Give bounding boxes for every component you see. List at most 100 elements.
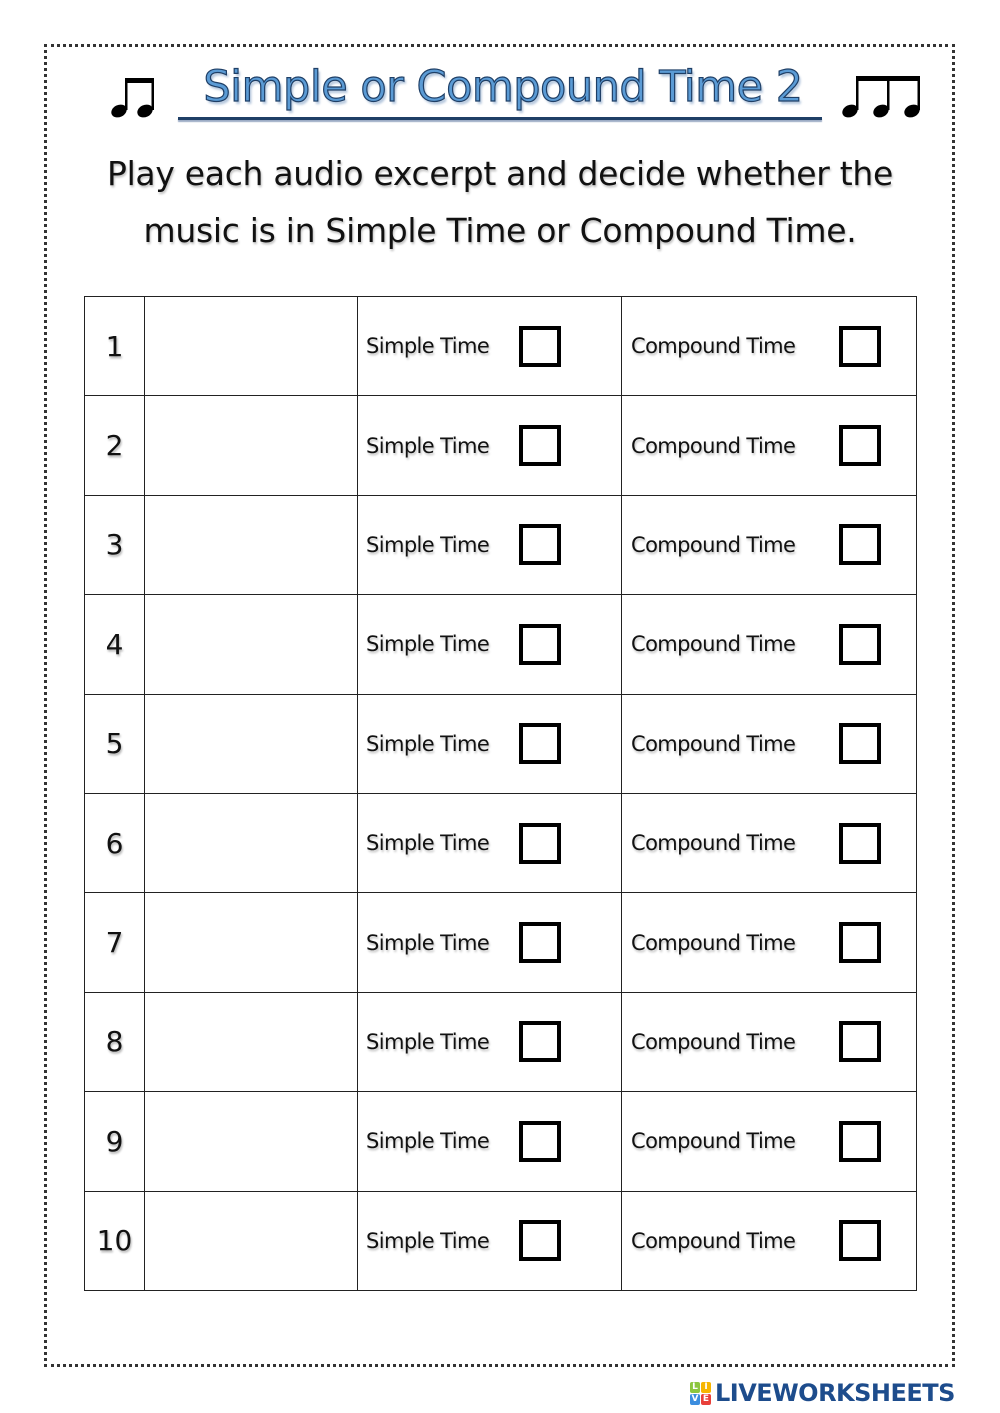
table-row: 6 Simple Time Compound Time <box>84 792 917 894</box>
simple-time-label: Simple Time <box>366 1129 490 1154</box>
audio-cell <box>144 1091 358 1192</box>
audio-cell <box>144 1190 358 1292</box>
compound-time-checkbox[interactable] <box>839 1120 881 1162</box>
question-number: 4 <box>84 594 145 695</box>
simple-time-option: Simple Time <box>357 1190 622 1292</box>
compound-time-checkbox[interactable] <box>839 822 881 864</box>
logo-block: V <box>690 1393 700 1405</box>
simple-time-checkbox[interactable] <box>519 1021 561 1063</box>
question-number: 1 <box>84 295 145 397</box>
compound-time-checkbox[interactable] <box>839 623 881 665</box>
compound-time-option: Compound Time <box>621 295 917 397</box>
simple-time-label: Simple Time <box>366 731 490 756</box>
question-number: 10 <box>84 1190 145 1292</box>
compound-time-checkbox[interactable] <box>839 524 881 566</box>
question-number: 3 <box>84 494 145 596</box>
question-number: 9 <box>84 1091 145 1192</box>
table-row: 3 Simple Time Compound Time <box>84 494 917 596</box>
compound-time-option: Compound Time <box>621 892 917 993</box>
table-row: 2 Simple Time Compound Time <box>84 395 917 496</box>
question-number: 8 <box>84 991 145 1093</box>
simple-time-label: Simple Time <box>366 632 490 657</box>
simple-time-checkbox[interactable] <box>519 1120 561 1162</box>
simple-time-label: Simple Time <box>366 930 490 955</box>
instructions-text: Play each audio excerpt and decide wheth… <box>106 154 894 250</box>
simple-time-checkbox[interactable] <box>519 723 561 765</box>
logo-block: E <box>701 1393 711 1405</box>
compound-time-label: Compound Time <box>631 1129 796 1154</box>
audio-cell <box>144 295 358 397</box>
compound-time-label: Compound Time <box>631 1228 796 1253</box>
audio-cell <box>144 594 358 695</box>
compound-time-label: Compound Time <box>631 930 796 955</box>
simple-time-label: Simple Time <box>366 831 490 856</box>
simple-time-label: Simple Time <box>366 532 490 557</box>
table-row: 5 Simple Time Compound Time <box>84 693 917 794</box>
logo-block: L <box>690 1381 700 1393</box>
simple-time-option: Simple Time <box>357 892 622 993</box>
simple-time-option: Simple Time <box>357 395 622 496</box>
logo-block: I <box>701 1381 711 1393</box>
simple-time-checkbox[interactable] <box>519 822 561 864</box>
compound-time-checkbox[interactable] <box>839 922 881 964</box>
compound-time-option: Compound Time <box>621 693 917 794</box>
compound-time-option: Compound Time <box>621 792 917 894</box>
table-row: 4 Simple Time Compound Time <box>84 594 917 695</box>
title-underline <box>178 117 822 120</box>
question-number: 7 <box>84 892 145 993</box>
simple-time-option: Simple Time <box>357 792 622 894</box>
live-blocks-icon: L I V E <box>690 1381 711 1405</box>
compound-time-label: Compound Time <box>631 831 796 856</box>
simple-time-option: Simple Time <box>357 1091 622 1192</box>
audio-cell <box>144 494 358 596</box>
compound-time-option: Compound Time <box>621 1190 917 1292</box>
compound-time-label: Compound Time <box>631 1029 796 1054</box>
compound-time-option: Compound Time <box>621 1091 917 1192</box>
compound-time-option: Compound Time <box>621 494 917 596</box>
compound-time-checkbox[interactable] <box>839 325 881 367</box>
beamed-eighth-notes-icon <box>111 78 154 118</box>
simple-time-checkbox[interactable] <box>519 922 561 964</box>
simple-time-option: Simple Time <box>357 594 622 695</box>
table-row: 8 Simple Time Compound Time <box>84 991 917 1093</box>
simple-time-checkbox[interactable] <box>519 524 561 566</box>
compound-time-label: Compound Time <box>631 334 796 359</box>
table-row: 10 Simple Time Compound Time <box>84 1190 917 1292</box>
question-number: 6 <box>84 792 145 894</box>
simple-time-option: Simple Time <box>357 693 622 794</box>
simple-time-label: Simple Time <box>366 334 490 359</box>
simple-time-label: Simple Time <box>366 433 490 458</box>
audio-cell <box>144 792 358 894</box>
question-number: 2 <box>84 395 145 496</box>
brand-name: LIVEWORKSHEETS <box>715 1379 955 1407</box>
compound-time-label: Compound Time <box>631 433 796 458</box>
compound-time-label: Compound Time <box>631 731 796 756</box>
simple-time-label: Simple Time <box>366 1029 490 1054</box>
simple-time-label: Simple Time <box>366 1228 490 1253</box>
simple-time-checkbox[interactable] <box>519 425 561 467</box>
audio-cell <box>144 395 358 496</box>
table-row: 7 Simple Time Compound Time <box>84 892 917 993</box>
simple-time-option: Simple Time <box>357 991 622 1093</box>
audio-cell <box>144 693 358 794</box>
audio-cell <box>144 892 358 993</box>
simple-time-checkbox[interactable] <box>519 623 561 665</box>
compound-time-checkbox[interactable] <box>839 723 881 765</box>
simple-time-option: Simple Time <box>357 494 622 596</box>
liveworksheets-logo: L I V E LIVEWORKSHEETS <box>690 1378 955 1408</box>
compound-time-checkbox[interactable] <box>839 1220 881 1262</box>
worksheet-title: Simple or Compound Time 2 <box>203 61 804 112</box>
question-number: 5 <box>84 693 145 794</box>
answer-table: 1 Simple Time Compound Time 2 Simple Tim… <box>84 295 917 1292</box>
compound-time-option: Compound Time <box>621 395 917 496</box>
compound-time-label: Compound Time <box>631 632 796 657</box>
simple-time-checkbox[interactable] <box>519 325 561 367</box>
table-row: 1 Simple Time Compound Time <box>84 295 917 397</box>
compound-time-label: Compound Time <box>631 532 796 557</box>
compound-time-option: Compound Time <box>621 991 917 1093</box>
compound-time-option: Compound Time <box>621 594 917 695</box>
compound-time-checkbox[interactable] <box>839 425 881 467</box>
compound-time-checkbox[interactable] <box>839 1021 881 1063</box>
beamed-three-eighth-notes-icon <box>842 76 920 118</box>
simple-time-checkbox[interactable] <box>519 1220 561 1262</box>
